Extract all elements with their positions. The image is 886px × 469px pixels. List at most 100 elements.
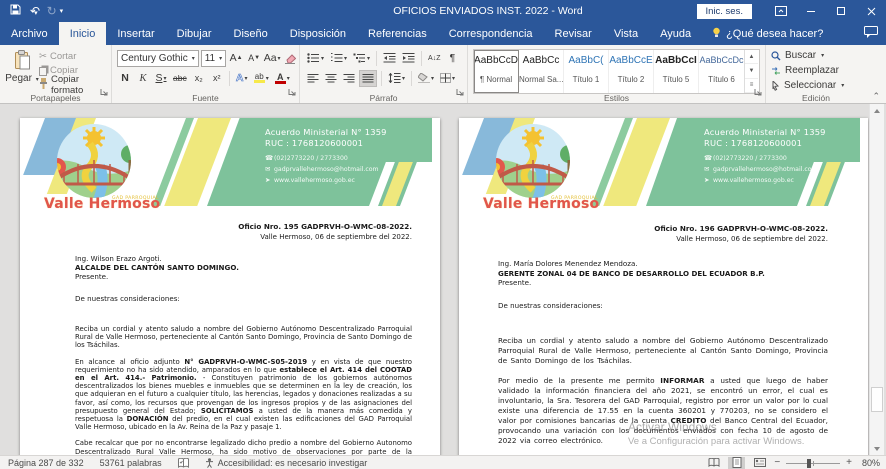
zoom-slider-thumb[interactable] bbox=[807, 459, 811, 468]
close-button[interactable] bbox=[856, 0, 886, 22]
style-titulo-2[interactable]: AaBbCcE Título 2 bbox=[609, 50, 654, 93]
page-indicator[interactable]: Página 287 de 332 bbox=[8, 458, 84, 468]
clear-formatting-button[interactable] bbox=[282, 50, 298, 67]
letter-body: Reciba un cordial y atento saludo a nomb… bbox=[75, 325, 412, 455]
collapse-ribbon-icon[interactable]: ⌃ bbox=[872, 91, 880, 102]
salutation: De nuestras consideraciones: bbox=[75, 294, 412, 303]
zoom-level[interactable]: 80% bbox=[858, 458, 880, 468]
zoom-out-icon[interactable]: − bbox=[774, 457, 780, 468]
tab-referencias[interactable]: Referencias bbox=[357, 22, 438, 45]
ribbon-display-options-icon[interactable] bbox=[766, 0, 796, 22]
underline-button[interactable]: S▾ bbox=[153, 70, 169, 87]
document-page-1[interactable]: Acuerdo Ministerial N° 1359 RUC : 176812… bbox=[20, 118, 440, 455]
style-titulo-5[interactable]: AaBbCcI Título 5 bbox=[654, 50, 699, 93]
web-icon: ➤ bbox=[704, 175, 713, 186]
sign-in-button[interactable]: Inic. ses. bbox=[697, 4, 753, 19]
read-mode-icon[interactable] bbox=[705, 457, 722, 469]
customize-qat-icon[interactable]: ▾ bbox=[60, 7, 64, 15]
styles-scroll-up-icon[interactable]: ▲ bbox=[745, 50, 758, 64]
font-family-combo[interactable]: Century Gothic▾ bbox=[117, 50, 199, 67]
grow-font-button[interactable]: A▲ bbox=[228, 50, 244, 67]
paragraph-marks-icon[interactable]: ¶ bbox=[445, 50, 461, 67]
find-button[interactable]: Buscar▾ bbox=[771, 48, 861, 63]
bold-button[interactable]: N bbox=[117, 70, 133, 87]
align-left-icon[interactable] bbox=[305, 70, 321, 87]
strikethrough-button[interactable]: abc bbox=[171, 70, 189, 87]
document-page-2[interactable]: Acuerdo Ministerial N° 1359 RUC : 176812… bbox=[459, 118, 868, 455]
undo-icon[interactable]: ↶▾ bbox=[30, 4, 38, 18]
format-painter-button[interactable]: Copiar formato bbox=[39, 78, 106, 91]
ribbon: Pegar ▾ ✂ Cortar Copiar C bbox=[0, 45, 886, 104]
borders-icon[interactable]: ▾ bbox=[438, 70, 457, 87]
line-spacing-icon[interactable]: ▾ bbox=[386, 70, 407, 87]
paste-button[interactable]: Pegar ▾ bbox=[5, 48, 39, 91]
comment-icon[interactable] bbox=[864, 26, 878, 41]
text-effects-button[interactable]: A▾ bbox=[234, 70, 250, 87]
dialog-launcher-icon[interactable] bbox=[100, 83, 108, 101]
group-portapapeles: Pegar ▾ ✂ Cortar Copiar C bbox=[0, 45, 112, 103]
justify-icon[interactable] bbox=[359, 70, 377, 87]
zoom-slider[interactable] bbox=[786, 457, 840, 469]
numbering-icon[interactable]: ▾ bbox=[328, 50, 349, 67]
dialog-launcher-icon[interactable] bbox=[754, 83, 762, 101]
proofing-icon[interactable] bbox=[178, 458, 189, 468]
tab-disposicion[interactable]: Disposición bbox=[279, 22, 357, 45]
shading-icon[interactable]: ▾ bbox=[416, 70, 436, 87]
style-normal-sa[interactable]: AaBbCc Normal Sa... bbox=[519, 50, 564, 93]
font-size-combo[interactable]: 11▾ bbox=[201, 50, 226, 67]
superscript-button[interactable]: x² bbox=[209, 70, 225, 87]
tab-insertar[interactable]: Insertar bbox=[106, 22, 165, 45]
tab-inicio[interactable]: Inicio bbox=[59, 22, 107, 45]
style-titulo-1[interactable]: AaBbC( Título 1 bbox=[564, 50, 609, 93]
highlight-color-button[interactable]: ab▾ bbox=[252, 70, 271, 87]
zoom-in-icon[interactable]: + bbox=[846, 457, 852, 468]
search-icon bbox=[771, 51, 781, 61]
replace-button[interactable]: Reemplazar bbox=[771, 63, 861, 78]
align-center-icon[interactable] bbox=[323, 70, 339, 87]
recipient-block: Ing. Wilson Erazo Argoti. ALCALDE DEL CA… bbox=[75, 254, 412, 281]
style-normal[interactable]: AaBbCcD ¶ Normal bbox=[474, 50, 519, 93]
tab-revisar[interactable]: Revisar bbox=[544, 22, 603, 45]
select-button[interactable]: Seleccionar▾ bbox=[771, 78, 861, 93]
decrease-indent-icon[interactable] bbox=[381, 50, 398, 67]
oficio-number: Oficio Nro. 195 GADPRVH-O-WMC-08-2022. bbox=[75, 222, 412, 231]
scroll-down-icon[interactable] bbox=[870, 442, 884, 455]
tell-me-box[interactable]: ¿Qué desea hacer? bbox=[702, 22, 833, 45]
multilevel-list-icon[interactable]: ▾ bbox=[351, 50, 372, 67]
align-right-icon[interactable] bbox=[341, 70, 357, 87]
scroll-up-icon[interactable] bbox=[870, 104, 884, 117]
increase-indent-icon[interactable] bbox=[400, 50, 417, 67]
vertical-scrollbar[interactable] bbox=[869, 104, 884, 455]
restore-button[interactable] bbox=[826, 0, 856, 22]
dialog-launcher-icon[interactable] bbox=[456, 83, 464, 101]
oficio-number: Oficio Nro. 196 GADPRVH-O-WMC-08-2022. bbox=[498, 224, 828, 233]
change-case-button[interactable]: Aa▾ bbox=[264, 50, 280, 67]
clipboard-icon bbox=[14, 50, 31, 70]
sort-icon[interactable]: A↓Z bbox=[426, 50, 442, 67]
italic-button[interactable]: K bbox=[135, 70, 151, 87]
letterhead: Acuerdo Ministerial N° 1359 RUC : 176812… bbox=[459, 118, 868, 214]
tab-diseno[interactable]: Diseño bbox=[223, 22, 279, 45]
tab-ayuda[interactable]: Ayuda bbox=[649, 22, 702, 45]
cut-button[interactable]: ✂ Cortar bbox=[39, 50, 106, 63]
tab-dibujar[interactable]: Dibujar bbox=[166, 22, 223, 45]
word-count[interactable]: 53761 palabras bbox=[100, 458, 162, 468]
shrink-font-button[interactable]: A▼ bbox=[246, 50, 262, 67]
scissors-icon: ✂ bbox=[39, 51, 47, 62]
minimize-button[interactable] bbox=[796, 0, 826, 22]
accessibility-status[interactable]: Accesibilidad: es necesario investigar bbox=[205, 458, 368, 468]
web-layout-icon[interactable] bbox=[751, 457, 768, 469]
tab-archivo[interactable]: Archivo bbox=[0, 22, 59, 45]
style-titulo-6[interactable]: AaBbCcDc Título 6 bbox=[699, 50, 744, 93]
styles-scroll-down-icon[interactable]: ▼ bbox=[745, 64, 758, 78]
recipient-presente: Presente. bbox=[498, 278, 828, 288]
print-layout-icon[interactable] bbox=[728, 457, 745, 469]
tab-correspondencia[interactable]: Correspondencia bbox=[438, 22, 544, 45]
save-icon[interactable] bbox=[10, 4, 21, 18]
subscript-button[interactable]: x₂ bbox=[191, 70, 207, 87]
highlight-color-bar bbox=[254, 80, 265, 83]
dialog-launcher-icon[interactable] bbox=[288, 83, 296, 101]
tab-vista[interactable]: Vista bbox=[603, 22, 649, 45]
scrollbar-thumb[interactable] bbox=[871, 387, 883, 412]
bullets-icon[interactable]: ▾ bbox=[305, 50, 326, 67]
